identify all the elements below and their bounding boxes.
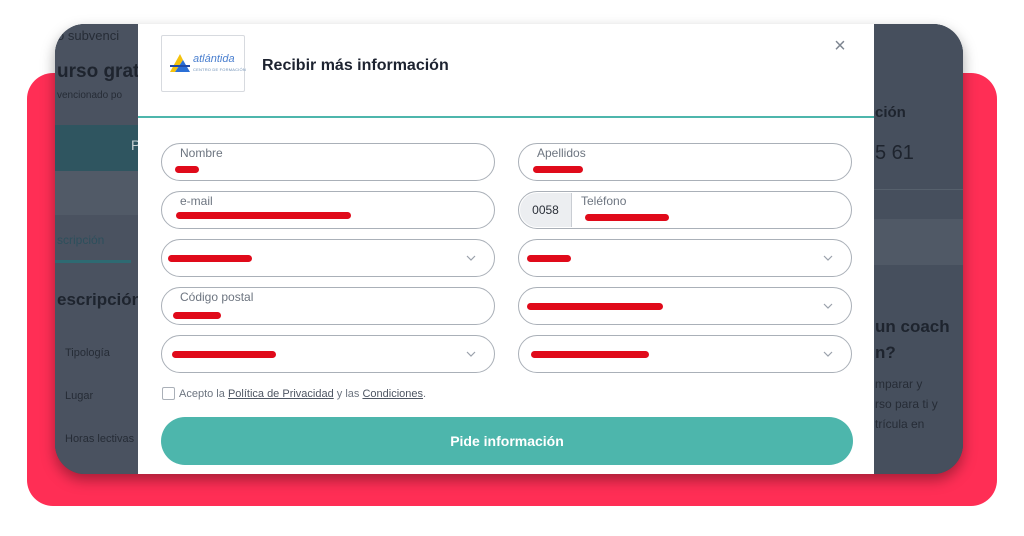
consent-prefix: Acepto la bbox=[179, 388, 225, 400]
logo-subtext: CENTRO DE FORMACIÓN bbox=[193, 67, 246, 72]
bg-row-lugar: Lugar bbox=[65, 390, 94, 402]
telefono-label: Teléfono bbox=[581, 194, 627, 208]
redacted-value bbox=[173, 312, 221, 319]
bg-coach-text: mparar y rso para ti y trícula en bbox=[875, 374, 938, 434]
select-field-2[interactable] bbox=[518, 239, 852, 277]
codigo-postal-field[interactable]: Código postal bbox=[161, 287, 495, 325]
consent-suffix: . bbox=[423, 388, 427, 400]
redacted-value bbox=[168, 255, 252, 262]
background-left-column: o subvenci urso grat vencionado po P scr… bbox=[55, 24, 143, 474]
modal-title: Recibir más información bbox=[262, 57, 449, 74]
redacted-value bbox=[527, 303, 663, 310]
bg-right-number: 5 61 bbox=[875, 142, 914, 164]
bg-course-subtitle: vencionado po bbox=[57, 90, 123, 101]
redacted-value bbox=[531, 351, 649, 358]
bg-coach-heading-line2: n? bbox=[875, 343, 896, 362]
bg-coach-text-line2: rso para ti y bbox=[875, 397, 938, 411]
chevron-down-icon bbox=[823, 351, 833, 357]
select-field-4[interactable] bbox=[161, 335, 495, 373]
consent-middle: y las bbox=[336, 388, 360, 400]
bg-right-divider bbox=[873, 189, 963, 190]
chevron-down-icon bbox=[466, 255, 476, 261]
consent-row: Acepto la Política de Privacidad y las C… bbox=[162, 387, 426, 400]
phone-prefix[interactable]: 0058 bbox=[520, 193, 572, 227]
bg-tab-underline bbox=[55, 260, 131, 263]
apellidos-field[interactable]: Apellidos bbox=[518, 143, 852, 181]
redacted-value bbox=[527, 255, 571, 262]
brand-logo: atlántida CENTRO DE FORMACIÓN bbox=[161, 35, 246, 92]
redacted-value bbox=[585, 214, 669, 221]
select-field-1[interactable] bbox=[161, 239, 495, 277]
redacted-value bbox=[533, 166, 583, 173]
bg-coach-text-line1: mparar y bbox=[875, 377, 923, 391]
codigo-postal-label: Código postal bbox=[180, 290, 254, 304]
select-field-3[interactable] bbox=[518, 287, 852, 325]
bg-right-heading: ción bbox=[875, 104, 906, 121]
apellidos-label: Apellidos bbox=[537, 146, 586, 160]
conditions-link[interactable]: Condiciones bbox=[362, 388, 423, 400]
bg-cta-bar: P bbox=[55, 125, 140, 171]
modal-header: atlántida CENTRO DE FORMACIÓN Recibir má… bbox=[138, 24, 874, 118]
submit-button[interactable]: Pide información bbox=[161, 417, 853, 465]
nombre-field[interactable]: Nombre bbox=[161, 143, 495, 181]
bg-grey-block bbox=[55, 171, 140, 215]
close-icon[interactable]: × bbox=[828, 34, 852, 58]
redacted-value bbox=[172, 351, 276, 358]
telefono-field[interactable]: 0058 Teléfono bbox=[518, 191, 852, 229]
redacted-value bbox=[175, 166, 199, 173]
nombre-label: Nombre bbox=[180, 146, 223, 160]
bg-coach-heading-line1: un coach bbox=[875, 317, 950, 336]
bg-coach-heading: un coach n? bbox=[875, 314, 950, 366]
privacy-policy-link[interactable]: Política de Privacidad bbox=[228, 388, 334, 400]
select-field-5[interactable] bbox=[518, 335, 852, 373]
bg-right-block bbox=[873, 219, 963, 265]
redacted-value bbox=[176, 212, 351, 219]
stage: o subvenci urso grat vencionado po P scr… bbox=[0, 0, 1024, 536]
logo-wordmark: atlántida bbox=[193, 53, 235, 65]
bg-row-tipologia: Tipología bbox=[65, 347, 110, 359]
bg-course-title: urso grat bbox=[57, 61, 140, 82]
email-label: e-mail bbox=[180, 194, 213, 208]
bg-section-heading: escripción bbox=[57, 290, 143, 309]
bg-coach-text-line3: trícula en bbox=[875, 417, 925, 431]
chevron-down-icon bbox=[466, 351, 476, 357]
info-request-modal: atlántida CENTRO DE FORMACIÓN Recibir má… bbox=[138, 24, 874, 474]
consent-checkbox[interactable] bbox=[162, 387, 175, 400]
bg-row-horas: Horas lectivas bbox=[65, 433, 135, 445]
bg-tab-description: scripción bbox=[57, 233, 105, 247]
screenshot-frame: o subvenci urso grat vencionado po P scr… bbox=[55, 24, 963, 474]
chevron-down-icon bbox=[823, 255, 833, 261]
email-field[interactable]: e-mail bbox=[161, 191, 495, 229]
atlantida-logo-icon bbox=[170, 53, 190, 72]
chevron-down-icon bbox=[823, 303, 833, 309]
bg-subsidy-text: o subvenci bbox=[57, 28, 120, 43]
